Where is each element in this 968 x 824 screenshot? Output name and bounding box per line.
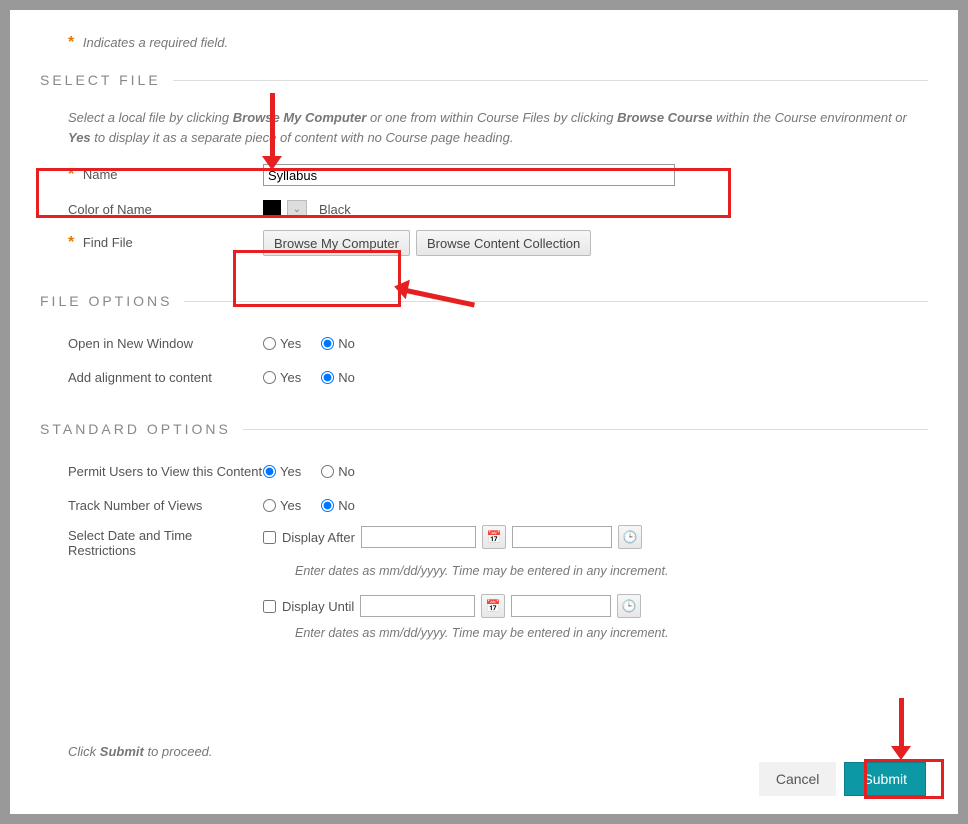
display-after-hint: Enter dates as mm/dd/yyyy. Time may be e…: [295, 564, 928, 578]
calendar-icon: 📅: [487, 530, 502, 544]
footer-note: Click Submit to proceed.: [68, 744, 213, 759]
browse-my-computer-button[interactable]: Browse My Computer: [263, 230, 410, 256]
track-views-yes[interactable]: Yes: [263, 498, 301, 513]
permit-view-no[interactable]: No: [321, 464, 355, 479]
clock-icon: 🕒: [622, 599, 637, 613]
display-until-time-input[interactable]: [511, 595, 611, 617]
annotation-arrow-submit: [899, 698, 904, 748]
calendar-icon: 📅: [486, 599, 501, 613]
display-after-date-input[interactable]: [361, 526, 476, 548]
section-select-file: SELECT FILE: [40, 72, 928, 88]
display-until-date-input[interactable]: [360, 595, 475, 617]
required-asterisk-icon: *: [68, 34, 74, 51]
chevron-down-icon: ⌄: [293, 204, 301, 215]
select-file-help: Select a local file by clicking Browse M…: [68, 108, 928, 147]
add-alignment-no[interactable]: No: [321, 370, 355, 385]
open-new-window-no[interactable]: No: [321, 336, 355, 351]
display-until-label: Display Until: [282, 599, 354, 614]
add-alignment-label: Add alignment to content: [68, 370, 263, 385]
color-row: Color of Name ⌄ Black: [68, 195, 928, 223]
find-file-label: * Find File: [68, 234, 263, 252]
open-new-window-yes[interactable]: Yes: [263, 336, 301, 351]
permit-view-yes[interactable]: Yes: [263, 464, 301, 479]
required-note-text: Indicates a required field.: [83, 35, 228, 50]
color-swatch: [263, 200, 281, 218]
calendar-button[interactable]: 📅: [482, 525, 506, 549]
display-after-checkbox[interactable]: [263, 531, 276, 544]
color-name: Black: [319, 202, 351, 217]
clock-button[interactable]: 🕒: [618, 525, 642, 549]
display-after-time-input[interactable]: [512, 526, 612, 548]
display-until-row: Display Until 📅 🕒: [68, 592, 928, 620]
name-row: * Name: [68, 161, 928, 189]
display-after-label: Display After: [282, 530, 355, 545]
submit-button[interactable]: Submit: [844, 762, 926, 796]
track-views-row: Track Number of Views Yes No: [68, 491, 928, 519]
clock-button[interactable]: 🕒: [617, 594, 641, 618]
name-label: * Name: [68, 166, 263, 184]
display-until-hint: Enter dates as mm/dd/yyyy. Time may be e…: [295, 626, 928, 640]
required-asterisk-icon: *: [68, 234, 74, 251]
name-input[interactable]: [263, 164, 675, 186]
restrictions-label: Select Date and Time Restrictions: [68, 525, 263, 558]
restrictions-row: Select Date and Time Restrictions Displa…: [68, 525, 928, 558]
find-file-row: * Find File Browse My Computer Browse Co…: [68, 229, 928, 257]
color-label: Color of Name: [68, 202, 263, 217]
section-file-options: FILE OPTIONS: [40, 293, 928, 309]
track-views-label: Track Number of Views: [68, 498, 263, 513]
permit-view-row: Permit Users to View this Content Yes No: [68, 457, 928, 485]
required-asterisk-icon: *: [68, 166, 74, 183]
calendar-button[interactable]: 📅: [481, 594, 505, 618]
open-new-window-label: Open in New Window: [68, 336, 263, 351]
add-alignment-yes[interactable]: Yes: [263, 370, 301, 385]
required-note: * Indicates a required field.: [68, 34, 928, 52]
track-views-no[interactable]: No: [321, 498, 355, 513]
permit-view-label: Permit Users to View this Content: [68, 464, 263, 479]
display-until-checkbox[interactable]: [263, 600, 276, 613]
cancel-button[interactable]: Cancel: [759, 762, 837, 796]
open-new-window-row: Open in New Window Yes No: [68, 329, 928, 357]
color-dropdown[interactable]: ⌄: [287, 200, 307, 218]
browse-content-collection-button[interactable]: Browse Content Collection: [416, 230, 591, 256]
clock-icon: 🕒: [623, 530, 638, 544]
add-alignment-row: Add alignment to content Yes No: [68, 363, 928, 391]
section-standard-options: STANDARD OPTIONS: [40, 421, 928, 437]
